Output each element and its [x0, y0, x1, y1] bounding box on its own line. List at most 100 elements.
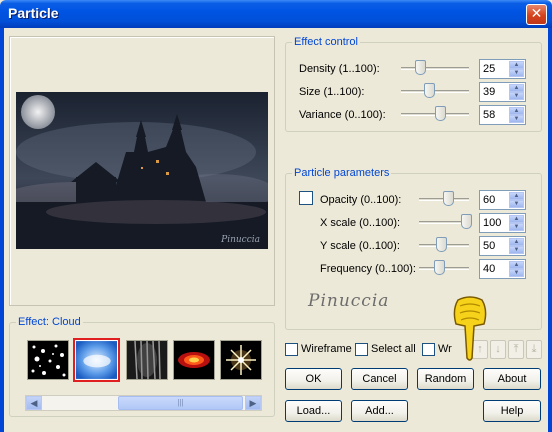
y-scale-value: 50: [483, 240, 496, 252]
frequency-value: 40: [483, 263, 496, 275]
frequency-spinbox[interactable]: 40 ▲ ▼: [479, 259, 526, 279]
opacity-spinbox[interactable]: 60 ▲ ▼: [479, 190, 526, 210]
effect-group: Effect: Cloud ◀ ||| ▶: [9, 316, 275, 417]
arrow-last-icon: ⤓: [531, 343, 537, 355]
opacity-down-button[interactable]: ▼: [509, 200, 524, 208]
wr-checkbox[interactable]: [422, 343, 435, 356]
thumbnail-scrollbar[interactable]: ◀ ||| ▶: [25, 395, 262, 411]
size-slider-thumb[interactable]: [424, 83, 435, 98]
x-scale-label: X scale (0..100):: [320, 217, 401, 229]
opacity-slider-thumb[interactable]: [443, 191, 454, 206]
variance-value: 58: [483, 109, 496, 121]
move-down-button[interactable]: ↓: [490, 340, 506, 359]
frequency-slider-thumb[interactable]: [434, 260, 445, 275]
opacity-label: Opacity (0..100):: [320, 194, 402, 206]
move-last-button[interactable]: ⤓: [526, 340, 542, 359]
density-down-button[interactable]: ▼: [509, 69, 524, 77]
effect-control-legend: Effect control: [292, 36, 360, 48]
about-button[interactable]: About: [483, 368, 541, 390]
particle-parameters-legend: Particle parameters: [292, 167, 392, 179]
size-value: 39: [483, 86, 496, 98]
wireframe-label: Wireframe: [301, 343, 352, 355]
ok-button[interactable]: OK: [285, 368, 342, 390]
castle-scene-image: [16, 92, 268, 249]
cloud-thumbnail[interactable]: [73, 338, 120, 382]
frequency-down-button[interactable]: ▼: [509, 269, 524, 277]
variance-slider[interactable]: [401, 106, 469, 122]
random-button[interactable]: Random: [417, 368, 474, 390]
y-scale-up-button[interactable]: ▲: [509, 238, 524, 246]
rain-preview-icon: [127, 340, 167, 380]
load-button[interactable]: Load...: [285, 400, 342, 422]
variance-spinbox[interactable]: 58 ▲ ▼: [479, 105, 526, 125]
help-button[interactable]: Help: [483, 400, 541, 422]
density-spinbox[interactable]: 25 ▲ ▼: [479, 59, 526, 79]
window-frame-left: [0, 28, 4, 432]
size-slider[interactable]: [401, 83, 469, 99]
x-scale-down-button[interactable]: ▼: [509, 223, 524, 231]
preview-image: Pinuccia: [16, 92, 268, 249]
preview-panel: Pinuccia: [9, 36, 275, 306]
opacity-slider[interactable]: [419, 191, 469, 207]
opacity-checkbox[interactable]: [299, 191, 313, 205]
image-watermark: Pinuccia: [221, 235, 260, 245]
chevron-right-icon: ▶: [249, 398, 257, 408]
arrow-first-icon: ⤒: [513, 343, 519, 355]
size-down-button[interactable]: ▼: [509, 92, 524, 100]
density-slider[interactable]: [401, 60, 469, 76]
scroll-thumb[interactable]: |||: [118, 396, 243, 410]
add-button[interactable]: Add...: [351, 400, 408, 422]
effect-group-legend: Effect: Cloud: [16, 316, 83, 328]
scroll-left-button[interactable]: ◀: [26, 396, 42, 410]
density-value: 25: [483, 63, 496, 75]
x-scale-value: 100: [483, 217, 502, 229]
opacity-value: 60: [483, 194, 496, 206]
y-scale-label: Y scale (0..100):: [320, 240, 400, 252]
window-title: Particle: [8, 5, 59, 21]
opacity-up-button[interactable]: ▲: [509, 192, 524, 200]
y-scale-slider-thumb[interactable]: [436, 237, 447, 252]
x-scale-up-button[interactable]: ▲: [509, 215, 524, 223]
window-frame-right: [548, 28, 552, 432]
x-scale-spinbox[interactable]: 100 ▲ ▼: [479, 213, 526, 233]
effect-control-group: Effect control Density (1..100): 25 ▲ ▼ …: [285, 36, 542, 132]
frequency-slider[interactable]: [419, 260, 469, 276]
signature-watermark: Pinuccia: [308, 291, 390, 311]
y-scale-slider[interactable]: [419, 237, 469, 253]
rain-thumbnail[interactable]: [126, 340, 168, 380]
sparkle-thumbnail[interactable]: [220, 340, 262, 380]
stars-preview-icon: [28, 341, 68, 379]
variance-up-button[interactable]: ▲: [509, 107, 524, 115]
y-scale-down-button[interactable]: ▼: [509, 246, 524, 254]
select-all-checkbox[interactable]: [355, 343, 368, 356]
close-icon: ✕: [530, 6, 543, 22]
size-spinbox[interactable]: 39 ▲ ▼: [479, 82, 526, 102]
x-scale-slider[interactable]: [419, 214, 472, 230]
size-up-button[interactable]: ▲: [509, 84, 524, 92]
move-first-button[interactable]: ⤒: [508, 340, 524, 359]
arrow-down-icon: ↓: [495, 343, 501, 355]
cloud-preview-icon: [76, 341, 117, 379]
variance-down-button[interactable]: ▼: [509, 115, 524, 123]
stars-thumbnail[interactable]: [27, 340, 69, 380]
density-label: Density (1..100):: [299, 63, 380, 75]
frequency-up-button[interactable]: ▲: [509, 261, 524, 269]
close-button[interactable]: ✕: [526, 4, 547, 25]
wireframe-checkbox[interactable]: [285, 343, 298, 356]
y-scale-spinbox[interactable]: 50 ▲ ▼: [479, 236, 526, 256]
sparkle-preview-icon: [221, 341, 261, 379]
density-up-button[interactable]: ▲: [509, 61, 524, 69]
variance-label: Variance (0..100):: [299, 109, 386, 121]
cancel-button[interactable]: Cancel: [351, 368, 408, 390]
x-scale-slider-thumb[interactable]: [461, 214, 472, 229]
scroll-right-button[interactable]: ▶: [245, 396, 261, 410]
select-all-label: Select all: [371, 343, 416, 355]
chevron-left-icon: ◀: [30, 398, 38, 408]
frequency-label: Frequency (0..100):: [320, 263, 416, 275]
pointing-hand-icon: [453, 296, 487, 361]
fire-thumbnail[interactable]: [173, 340, 215, 380]
density-slider-thumb[interactable]: [415, 60, 426, 75]
variance-slider-thumb[interactable]: [435, 106, 446, 121]
size-label: Size (1..100):: [299, 86, 365, 98]
fire-preview-icon: [174, 341, 214, 379]
